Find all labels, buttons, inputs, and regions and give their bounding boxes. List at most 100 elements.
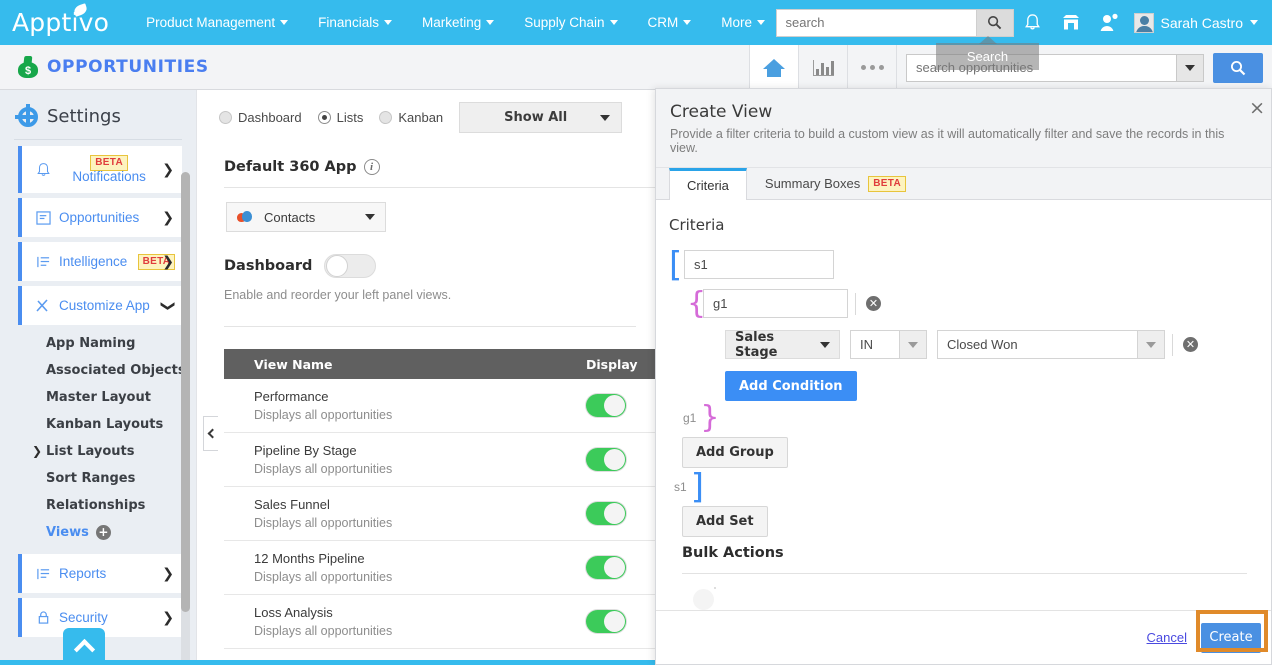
- view-desc: Displays all opportunities: [254, 462, 392, 476]
- radio-kanban[interactable]: Kanban: [379, 110, 443, 125]
- set-close-label: s1: [674, 480, 687, 494]
- views-table: View Name Display Performance Displays a…: [224, 349, 656, 649]
- nav-supply-chain[interactable]: Supply Chain: [509, 15, 632, 30]
- sidebar-item-list-layouts[interactable]: ❯ List Layouts: [0, 438, 196, 465]
- logo-text: Apptivo: [12, 8, 109, 37]
- add-set-button[interactable]: Add Set: [682, 506, 768, 537]
- sidebar-subitem-label: Associated Objects: [46, 363, 186, 378]
- sidebar-item-customize-app[interactable]: Customize App ❯: [18, 286, 182, 325]
- apptivo-logo[interactable]: Apptivo: [12, 8, 109, 37]
- group-name-input[interactable]: [703, 289, 848, 318]
- chevron-right-icon: ❯: [162, 210, 174, 226]
- show-all-dropdown[interactable]: Show All: [459, 102, 622, 133]
- sidebar-item-kanban-layouts[interactable]: Kanban Layouts: [0, 411, 196, 438]
- sidebar-subitem-label: Master Layout: [46, 390, 151, 405]
- display-toggle[interactable]: [586, 394, 626, 417]
- user-menu[interactable]: Sarah Castro: [1134, 13, 1262, 33]
- sidebar-scrollbar-thumb[interactable]: [181, 172, 190, 612]
- sidebar-item-views[interactable]: Views +: [0, 519, 196, 546]
- table-row[interactable]: Loss Analysis Displays all opportunities: [224, 595, 656, 649]
- condition-value: Closed Won: [938, 337, 1137, 352]
- reports-button[interactable]: [798, 45, 847, 90]
- radio-dashboard[interactable]: Dashboard: [219, 110, 302, 125]
- sidebar-item-sort-ranges[interactable]: Sort Ranges: [0, 465, 196, 492]
- bell-icon: [1024, 13, 1041, 32]
- nav-crm[interactable]: CRM: [633, 15, 707, 30]
- store-button[interactable]: [1052, 0, 1090, 45]
- sidebar-sublist: App Naming Associated Objects Master Lay…: [0, 330, 196, 546]
- condition-field-select[interactable]: Sales Stage: [725, 330, 840, 359]
- opportunity-search-button[interactable]: [1213, 53, 1263, 83]
- radio-lists[interactable]: Lists: [318, 110, 364, 125]
- condition-field-value: Sales Stage: [735, 330, 820, 360]
- opportunity-search-dropdown[interactable]: [1176, 54, 1204, 82]
- display-toggle[interactable]: [586, 448, 626, 471]
- add-condition-wrap: Add Condition: [725, 371, 1253, 401]
- view-name: 12 Months Pipeline: [254, 551, 365, 566]
- remove-condition-button[interactable]: ✕: [1183, 337, 1198, 352]
- tab-criteria[interactable]: Criteria: [669, 168, 747, 200]
- chevron-right-icon: ❯: [162, 610, 174, 626]
- brace-close-icon: }: [700, 407, 719, 429]
- add-person-button[interactable]: [1090, 0, 1128, 45]
- more-options-button[interactable]: [847, 45, 896, 90]
- list-icon: [32, 211, 54, 225]
- sidebar-item-associated-objects[interactable]: Associated Objects: [0, 357, 196, 384]
- global-search-button[interactable]: [976, 9, 1014, 37]
- group-row: { ✕: [687, 289, 1253, 318]
- home-button[interactable]: [749, 45, 798, 90]
- sidebar-item-notifications[interactable]: BETA Notifications ❯: [18, 146, 182, 193]
- divider: [224, 187, 656, 188]
- info-icon[interactable]: i: [364, 159, 380, 175]
- add-condition-button[interactable]: Add Condition: [725, 371, 857, 401]
- create-button[interactable]: Create: [1201, 623, 1261, 653]
- table-row[interactable]: 12 Months Pipeline Displays all opportun…: [224, 541, 656, 595]
- sidebar-item-relationships[interactable]: Relationships: [0, 492, 196, 519]
- opportunity-search-input[interactable]: [906, 54, 1176, 82]
- sidebar-notifications-stack: BETA Notifications: [56, 155, 162, 184]
- nav-financials[interactable]: Financials: [303, 15, 407, 30]
- tab-summary-boxes[interactable]: Summary Boxes BETA: [747, 168, 924, 199]
- add-group-button[interactable]: Add Group: [682, 437, 788, 468]
- display-toggle[interactable]: [586, 556, 626, 579]
- condition-value-select[interactable]: Closed Won: [937, 330, 1165, 359]
- chevron-right-icon: ❯: [32, 444, 42, 458]
- sidebar-item-app-naming[interactable]: App Naming: [0, 330, 196, 357]
- global-search-group: [776, 9, 1014, 37]
- chevron-down-icon: ❯: [160, 300, 176, 312]
- table-row[interactable]: Performance Displays all opportunities: [224, 379, 656, 433]
- object-select[interactable]: Contacts: [226, 202, 386, 232]
- display-toggle[interactable]: [586, 610, 626, 633]
- nav-label: Financials: [318, 15, 379, 30]
- cancel-button[interactable]: Cancel: [1147, 630, 1187, 645]
- chevron-down-icon: [683, 20, 691, 25]
- sidebar-item-intelligence[interactable]: Intelligence BETA ❯: [18, 242, 182, 281]
- sidebar-item-master-layout[interactable]: Master Layout: [0, 384, 196, 411]
- nav-marketing[interactable]: Marketing: [407, 15, 509, 30]
- display-toggle[interactable]: [586, 502, 626, 525]
- view-mode-group: Dashboard Lists Kanban Show All: [197, 90, 656, 133]
- add-group-wrap: Add Group: [682, 437, 1253, 468]
- set-name-input[interactable]: [684, 250, 834, 279]
- remove-group-button[interactable]: ✕: [866, 296, 881, 311]
- table-row[interactable]: Pipeline By Stage Displays all opportuni…: [224, 433, 656, 487]
- condition-operator-select[interactable]: IN: [850, 330, 927, 359]
- dashboard-toggle[interactable]: [324, 254, 376, 278]
- chevron-left-icon: [208, 429, 218, 439]
- home-icon: [763, 59, 785, 77]
- chevron-right-icon: ❯: [162, 566, 174, 582]
- beta-badge: BETA: [868, 176, 906, 192]
- notifications-button[interactable]: [1014, 0, 1052, 45]
- global-search-input[interactable]: [776, 9, 976, 37]
- nav-label: Marketing: [422, 15, 481, 30]
- nav-product-management[interactable]: Product Management: [131, 15, 303, 30]
- sidebar-item-reports[interactable]: Reports ❯: [18, 554, 182, 593]
- add-view-icon[interactable]: +: [96, 525, 111, 540]
- sidebar-item-opportunities[interactable]: Opportunities ❯: [18, 198, 182, 237]
- panel-collapse-handle[interactable]: [203, 416, 218, 451]
- table-row[interactable]: Sales Funnel Displays all opportunities: [224, 487, 656, 541]
- close-icon[interactable]: ×: [1249, 101, 1265, 115]
- view-name: Loss Analysis: [254, 605, 333, 620]
- nav-more[interactable]: More: [706, 15, 780, 30]
- chevron-down-icon: [384, 20, 392, 25]
